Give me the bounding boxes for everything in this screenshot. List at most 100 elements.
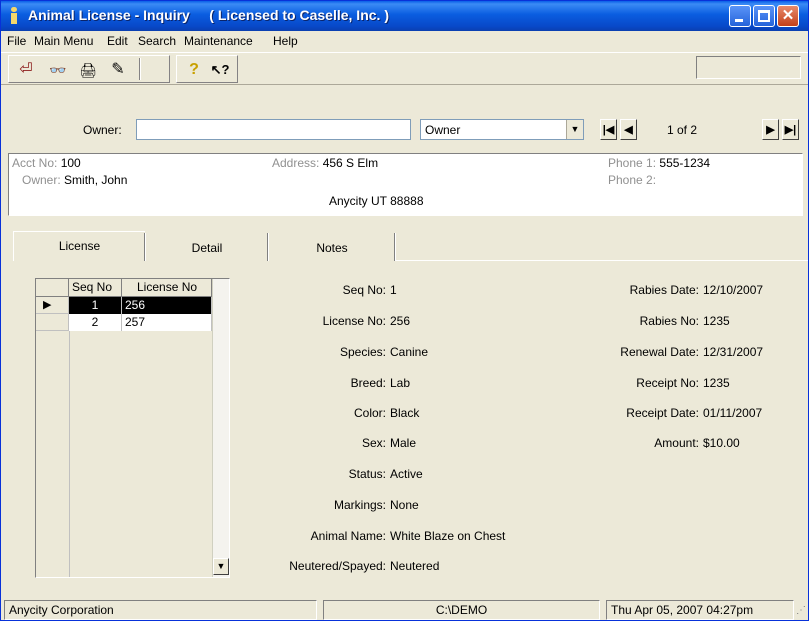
sex-label-wrap: Sex: <box>231 436 386 452</box>
animal-name-label: Animal Name: <box>310 529 386 543</box>
receipt-no-value: 1235 <box>703 376 730 390</box>
receipt-no-label: Receipt No: <box>636 376 699 390</box>
renewal-date-value: 12/31/2007 <box>703 345 764 359</box>
resize-grip-icon[interactable]: ⋰ <box>796 605 806 617</box>
status-label: Status: <box>348 467 386 481</box>
menu-edit[interactable]: Edit <box>107 34 128 48</box>
rabies-no-label-wrap: Rabies No: <box>561 314 699 330</box>
status-bar: Anycity Corporation C:\DEMO Thu Apr 05, … <box>1 598 808 620</box>
owner-search-input[interactable] <box>136 119 411 140</box>
markings-value: None <box>390 498 419 512</box>
sort-by-value: Owner <box>425 123 461 137</box>
minimize-icon <box>735 19 743 22</box>
cell-seq-no[interactable]: 1 <box>69 297 122 314</box>
color-label: Color: <box>353 406 386 420</box>
owner-field: Owner: Smith, John <box>22 173 127 187</box>
cell-license-no[interactable]: 256 <box>122 297 212 314</box>
animal-name-label-wrap: Animal Name: <box>231 529 386 545</box>
tab-notes[interactable]: Notes <box>270 234 394 264</box>
license-grid[interactable]: Seq No License No ▲ ▶ 1 256 2 257 ▼ <box>35 278 230 578</box>
menu-bar: File Main Menu Edit Search Maintenance H… <box>1 31 808 51</box>
renewal-date-label-wrap: Renewal Date: <box>561 345 699 361</box>
grid-corner <box>36 279 69 297</box>
info-icon <box>9 7 19 25</box>
acct-no-field: Acct No: 100 <box>12 156 81 170</box>
amount-label: Amount: <box>654 436 699 450</box>
animal-name-value: White Blaze on Chest <box>390 529 506 543</box>
rabies-date-value: 12/10/2007 <box>703 283 764 297</box>
tab-divider <box>144 233 146 261</box>
menu-maintenance[interactable]: Maintenance <box>184 34 253 48</box>
owner-value: Smith, John <box>64 173 128 187</box>
dropdown-arrow-icon[interactable]: ▼ <box>566 120 583 139</box>
receipt-date-value: 01/11/2007 <box>703 406 763 420</box>
grid-scrollbar[interactable]: ▼ <box>212 279 229 577</box>
phone2-label: Phone 2: <box>608 173 657 187</box>
receipt-date-label: Receipt Date: <box>626 406 699 420</box>
toolbar-divider <box>139 58 141 80</box>
grid-body: Seq No License No ▲ ▶ 1 256 2 257 <box>36 279 212 577</box>
license-no-label-wrap: License No: <box>231 314 386 330</box>
tab-license[interactable]: License <box>13 231 145 261</box>
next-record-button[interactable]: ▶ <box>762 119 779 140</box>
owner-label: Owner: <box>22 173 61 187</box>
header-license-no-label: License No <box>137 280 198 294</box>
neutered-label-wrap: Neutered/Spayed: <box>231 559 386 575</box>
rabies-date-label-wrap: Rabies Date: <box>561 283 699 299</box>
last-record-button[interactable]: ▶| <box>782 119 799 140</box>
species-label: Species: <box>339 345 386 359</box>
close-icon: ✕ <box>781 7 795 24</box>
color-value: Black <box>390 406 420 420</box>
color-label-wrap: Color: <box>231 406 386 422</box>
app-window: Animal License - Inquiry ( Licensed to C… <box>0 0 809 621</box>
receipt-date-label-wrap: Receipt Date: <box>561 406 699 422</box>
record-position: 1 of 2 <box>667 123 698 137</box>
tab-detail[interactable]: Detail <box>147 234 267 264</box>
address-line2: Anycity UT 88888 <box>329 194 424 208</box>
neutered-label: Neutered/Spayed: <box>289 559 386 573</box>
amount-value: $10.00 <box>703 436 740 450</box>
rabies-no-value: 1235 <box>703 314 730 328</box>
neutered-value: Neutered <box>390 559 440 573</box>
seq-no-label: Seq No: <box>342 283 386 297</box>
status-datetime: Thu Apr 05, 2007 04:27pm <box>606 600 794 620</box>
title-bar[interactable]: Animal License - Inquiry ( Licensed to C… <box>1 1 808 31</box>
phone1-field: Phone 1: 555-1234 <box>608 156 710 170</box>
header-seq-no[interactable]: Seq No <box>69 279 122 297</box>
grid-column-line <box>69 331 70 577</box>
previous-record-button[interactable]: ◀ <box>620 119 637 140</box>
menu-help[interactable]: Help <box>273 34 298 48</box>
renewal-date-label: Renewal Date: <box>620 345 699 359</box>
menu-file[interactable]: File <box>7 34 26 48</box>
maximize-button[interactable] <box>753 5 775 27</box>
table-row[interactable]: ▶ 1 256 <box>36 297 212 314</box>
table-row[interactable]: 2 257 <box>36 314 212 331</box>
row-indicator <box>36 314 69 331</box>
help-icon[interactable]: ? <box>181 58 207 82</box>
close-button[interactable]: ✕ <box>777 5 799 27</box>
menu-main-menu[interactable]: Main Menu <box>34 34 93 48</box>
binoculars-icon[interactable]: 👓 <box>45 58 71 82</box>
printer-icon[interactable]: 🖨 <box>75 58 101 82</box>
row-pointer-icon: ▶ <box>36 297 69 314</box>
phone2-field: Phone 2: <box>608 173 656 187</box>
scroll-down-icon[interactable]: ▼ <box>213 558 229 575</box>
tab-divider <box>267 233 269 261</box>
sex-label: Sex: <box>361 436 386 450</box>
status-path: C:\DEMO <box>323 600 600 620</box>
cell-seq-no[interactable]: 2 <box>69 314 122 331</box>
context-help-icon[interactable]: ↖? <box>207 58 233 82</box>
acct-no-label: Acct No: <box>12 156 58 170</box>
sort-by-select[interactable]: Owner ▼ <box>420 119 584 140</box>
header-license-no[interactable]: License No ▲ <box>122 279 212 310</box>
seq-no-value: 1 <box>390 283 397 297</box>
first-record-button[interactable]: |◀ <box>600 119 617 140</box>
notepad-icon[interactable]: ✎ <box>105 58 131 82</box>
menu-search[interactable]: Search <box>138 34 176 48</box>
toolbar: ⏎ 👓 🖨 ✎ ? ↖? <box>1 52 808 85</box>
exit-icon[interactable]: ⏎ <box>13 58 39 82</box>
license-no-value: 256 <box>390 314 411 328</box>
minimize-button[interactable] <box>729 5 751 27</box>
cell-license-no[interactable]: 257 <box>122 314 212 331</box>
toolbar-status-box <box>696 56 801 79</box>
